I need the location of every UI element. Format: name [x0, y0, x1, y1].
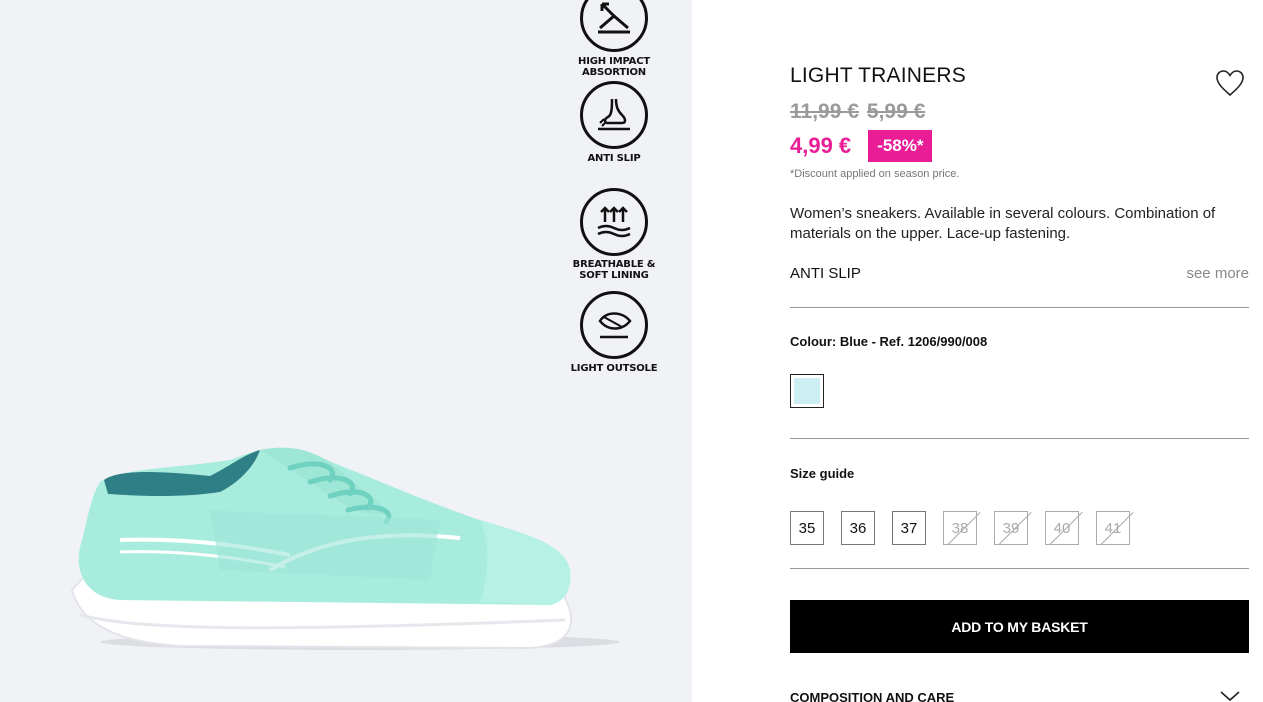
swatch-fill: [794, 378, 820, 404]
product-title: LIGHT TRAINERS: [790, 64, 966, 87]
feature-high-impact: HIGH IMPACT ABSORTION: [559, 0, 669, 78]
size-option-unavailable[interactable]: 41: [1096, 511, 1130, 545]
size-option-unavailable[interactable]: 39: [994, 511, 1028, 545]
divider: [790, 568, 1249, 569]
old-prices: 11,99 € 5,99 €: [790, 100, 933, 124]
composition-care-accordion[interactable]: COMPOSITION AND CARE: [790, 690, 1249, 702]
sneaker-product-image: [70, 447, 620, 650]
old-price-season: 5,99 €: [866, 100, 926, 123]
feather-icon: [580, 291, 648, 359]
see-more-link[interactable]: see more: [1186, 265, 1249, 282]
size-option-unavailable[interactable]: 40: [1045, 511, 1079, 545]
discount-badge: -58%*: [868, 130, 933, 162]
favorite-heart-button[interactable]: [1214, 68, 1246, 98]
feature-label: ANTI SLIP: [587, 153, 641, 164]
current-price: 4,99 €: [790, 133, 852, 158]
anti-slip-foot-icon: [580, 81, 648, 149]
feature-label: BREATHABLE & SOFT LINING: [572, 259, 656, 281]
impact-absorption-icon: [580, 0, 648, 52]
divider: [790, 307, 1249, 308]
add-to-basket-button[interactable]: ADD TO MY BASKET: [790, 600, 1249, 653]
feature-light-outsole: LIGHT OUTSOLE: [559, 291, 669, 374]
discount-note: *Discount applied on season price.: [790, 168, 960, 180]
old-price-original: 11,99 €: [790, 100, 859, 123]
product-description: Women’s sneakers. Available in several c…: [790, 205, 1216, 242]
colour-label: Colour: Blue - Ref. 1206/990/008: [790, 334, 988, 349]
heart-icon: [1216, 70, 1244, 97]
size-option[interactable]: 36: [841, 511, 875, 545]
composition-care-label: COMPOSITION AND CARE: [790, 690, 955, 702]
size-option[interactable]: 35: [790, 511, 824, 545]
product-details: LIGHT TRAINERS 11,99 € 5,99 € 4,99 € -58%…: [790, 0, 1249, 702]
size-option-unavailable[interactable]: 38: [943, 511, 977, 545]
size-selector: 35 36 37 38 39 40 41: [790, 511, 1130, 545]
feature-label: HIGH IMPACT ABSORTION: [578, 56, 650, 78]
feature-anti-slip: ANTI SLIP: [559, 81, 669, 164]
chevron-down-icon: [1220, 691, 1240, 702]
size-guide-link[interactable]: Size guide: [790, 466, 854, 481]
divider: [790, 438, 1249, 439]
breathable-arrows-icon: [580, 188, 648, 256]
product-image-panel[interactable]: HIGH IMPACT ABSORTION ANTI SLIP BREATHAB…: [0, 0, 692, 702]
feature-summary-row: ANTI SLIP see more: [790, 265, 1249, 282]
colour-swatch-blue[interactable]: [790, 374, 824, 408]
feature-label: LIGHT OUTSOLE: [570, 363, 658, 374]
size-option[interactable]: 37: [892, 511, 926, 545]
price-row: 4,99 € -58%*: [790, 130, 933, 162]
feature-tag: ANTI SLIP: [790, 265, 861, 282]
feature-breathable: BREATHABLE & SOFT LINING: [559, 188, 669, 281]
